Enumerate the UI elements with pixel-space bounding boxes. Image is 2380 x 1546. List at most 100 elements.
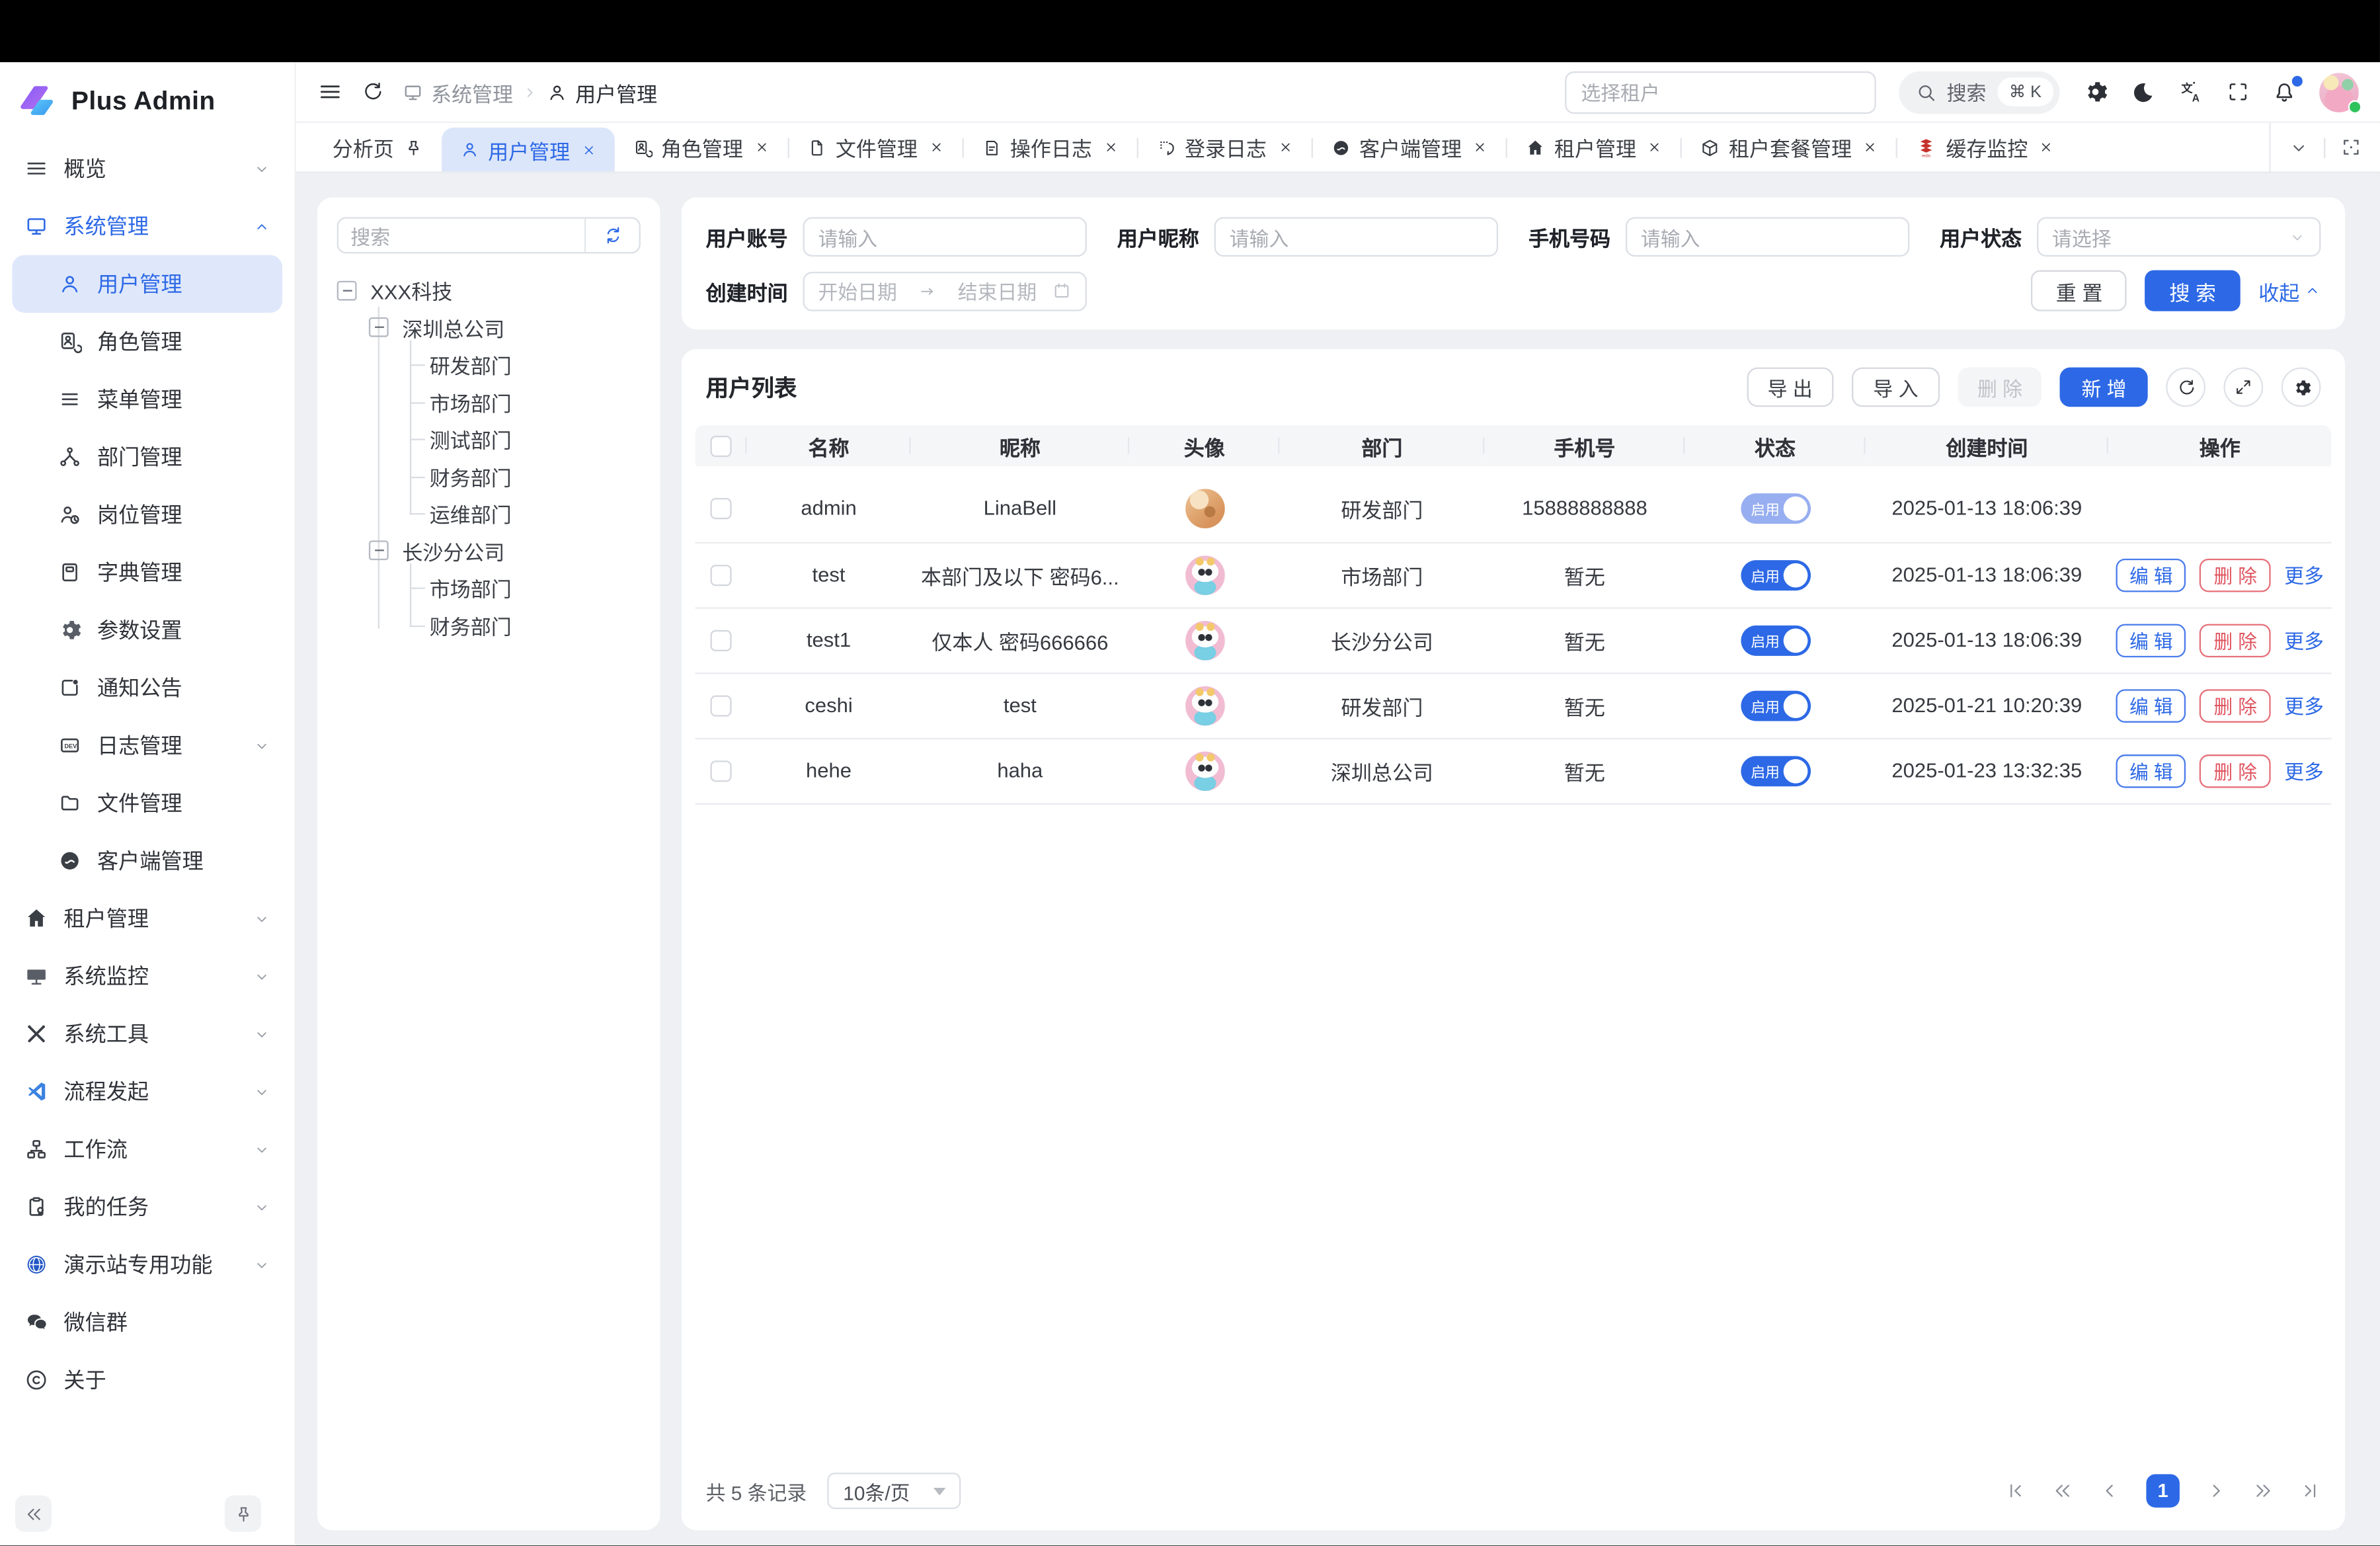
- delete-row-button[interactable]: 删 除: [2200, 623, 2271, 657]
- sidebar-item-user-management[interactable]: 用户管理: [12, 255, 282, 313]
- row-checkbox[interactable]: [710, 761, 731, 782]
- more-link[interactable]: 更多: [2284, 626, 2324, 655]
- tab-tenant-management[interactable]: 租户管理: [1507, 123, 1681, 171]
- prev-group-button[interactable]: [2052, 1481, 2073, 1502]
- phone-input[interactable]: 请输入: [1626, 217, 1909, 257]
- sidebar-item-param-settings[interactable]: 参数设置: [12, 601, 282, 659]
- tree-refresh-button[interactable]: [584, 219, 639, 253]
- status-toggle[interactable]: 启用: [1740, 559, 1810, 590]
- tree-collapse-icon[interactable]: [337, 280, 357, 300]
- hamburger-button[interactable]: [317, 79, 343, 104]
- edit-button[interactable]: 编 辑: [2116, 754, 2186, 788]
- sidebar-item-dict-management[interactable]: 字典管理: [12, 544, 282, 601]
- delete-row-button[interactable]: 删 除: [2200, 754, 2271, 788]
- sidebar-item-system-tools[interactable]: 系统工具: [12, 1005, 282, 1063]
- tree-node-dept[interactable]: 市场部门: [337, 569, 641, 606]
- tab-analysis[interactable]: 分析页: [314, 123, 441, 171]
- tab-user-management[interactable]: 用户管理: [441, 128, 614, 172]
- refresh-page-button[interactable]: [361, 81, 383, 103]
- settings-button[interactable]: [2082, 79, 2108, 104]
- current-page[interactable]: 1: [2146, 1474, 2180, 1508]
- tab-file-management[interactable]: 文件管理: [789, 123, 962, 171]
- edit-button[interactable]: 编 辑: [2116, 688, 2186, 722]
- reset-button[interactable]: 重 置: [2032, 270, 2127, 311]
- tree-search-input[interactable]: 搜索: [338, 219, 584, 253]
- status-select[interactable]: 请选择: [2037, 217, 2320, 257]
- row-checkbox[interactable]: [710, 696, 731, 717]
- sidebar-item-file-management[interactable]: 文件管理: [12, 774, 282, 832]
- dark-mode-button[interactable]: [2131, 80, 2155, 104]
- edit-button[interactable]: 编 辑: [2116, 623, 2186, 657]
- tab-client-management[interactable]: 客户端管理: [1312, 123, 1506, 171]
- sidebar-item-tenant-management[interactable]: 租户管理: [12, 889, 282, 947]
- close-icon[interactable]: [1277, 140, 1292, 155]
- table-fullscreen-button[interactable]: [2223, 368, 2263, 407]
- last-page-button[interactable]: [2299, 1481, 2320, 1502]
- more-link[interactable]: 更多: [2284, 560, 2324, 589]
- status-toggle[interactable]: 启用: [1740, 625, 1810, 655]
- close-icon[interactable]: [1472, 140, 1488, 155]
- more-link[interactable]: 更多: [2284, 756, 2324, 785]
- close-icon[interactable]: [1647, 140, 1662, 155]
- tenant-select-input[interactable]: 选择租户: [1564, 71, 1876, 113]
- status-toggle[interactable]: 启用: [1740, 755, 1810, 786]
- tab-role-management[interactable]: 角色管理: [614, 123, 787, 171]
- search-button[interactable]: 搜 索: [2145, 270, 2241, 311]
- sidebar-item-client-management[interactable]: 客户端管理: [12, 832, 282, 889]
- sidebar-item-system-management[interactable]: 系统管理: [12, 197, 282, 255]
- page-size-select[interactable]: 10条/页: [828, 1473, 961, 1509]
- tree-node-dept[interactable]: 财务部门: [337, 458, 641, 495]
- status-toggle[interactable]: 启用: [1740, 493, 1810, 524]
- global-search-button[interactable]: 搜索 ⌘ K: [1898, 71, 2059, 113]
- tab-list-dropdown-button[interactable]: [2289, 138, 2309, 157]
- next-page-button[interactable]: [2205, 1481, 2227, 1502]
- account-input[interactable]: 请输入: [803, 217, 1087, 257]
- sidebar-item-overview[interactable]: 概览: [12, 140, 282, 197]
- tree-node-dept[interactable]: 财务部门: [337, 606, 641, 643]
- date-range-input[interactable]: 开始日期 结束日期: [803, 271, 1087, 311]
- fullscreen-button[interactable]: [2227, 81, 2249, 103]
- edit-button[interactable]: 编 辑: [2116, 558, 2186, 592]
- sidebar-collapse-button[interactable]: [15, 1495, 52, 1531]
- sidebar-item-demo-features[interactable]: 演示站专用功能: [12, 1236, 282, 1293]
- collapse-filter-link[interactable]: 收起: [2258, 276, 2320, 306]
- sidebar-item-wechat-group[interactable]: 微信群: [12, 1293, 282, 1351]
- sidebar-item-menu-management[interactable]: 菜单管理: [12, 370, 282, 428]
- content-fullscreen-button[interactable]: [2340, 137, 2361, 158]
- close-icon[interactable]: [580, 142, 596, 157]
- language-button[interactable]: [2178, 79, 2204, 104]
- first-page-button[interactable]: [2005, 1481, 2026, 1502]
- close-icon[interactable]: [754, 140, 769, 155]
- next-group-button[interactable]: [2252, 1481, 2274, 1502]
- notifications-button[interactable]: [2272, 80, 2297, 104]
- row-checkbox[interactable]: [710, 565, 731, 587]
- tab-login-log[interactable]: 登录日志: [1138, 123, 1311, 171]
- sidebar-item-notice[interactable]: 通知公告: [12, 659, 282, 716]
- tree-node-company[interactable]: 长沙分公司: [337, 532, 641, 569]
- row-checkbox[interactable]: [710, 499, 731, 520]
- sidebar-pin-button[interactable]: [225, 1495, 261, 1531]
- delete-row-button[interactable]: 删 除: [2200, 688, 2271, 722]
- sidebar-item-post-management[interactable]: 岗位管理: [12, 486, 282, 544]
- table-settings-button[interactable]: [2281, 368, 2321, 407]
- sidebar-item-log-management[interactable]: 日志管理: [12, 717, 282, 774]
- table-refresh-button[interactable]: [2166, 368, 2205, 407]
- tree-node-dept[interactable]: 研发部门: [337, 346, 641, 383]
- tree-node-root[interactable]: XXX科技: [337, 272, 641, 309]
- nickname-input[interactable]: 请输入: [1214, 217, 1498, 257]
- tab-operation-log[interactable]: 操作日志: [963, 123, 1136, 171]
- status-toggle[interactable]: 启用: [1740, 690, 1810, 720]
- tree-node-dept[interactable]: 测试部门: [337, 421, 641, 458]
- sidebar-item-process-start[interactable]: 流程发起: [12, 1063, 282, 1120]
- delete-row-button[interactable]: 删 除: [2200, 558, 2271, 592]
- select-all-checkbox[interactable]: [710, 436, 731, 457]
- sidebar-item-role-management[interactable]: 角色管理: [12, 313, 282, 370]
- close-icon[interactable]: [1103, 140, 1118, 155]
- close-icon[interactable]: [1862, 140, 1878, 155]
- more-link[interactable]: 更多: [2284, 691, 2324, 720]
- tab-cache-monitor[interactable]: 缓存监控: [1897, 123, 2072, 171]
- tree-node-company[interactable]: 深圳总公司: [337, 309, 641, 346]
- tree-node-dept[interactable]: 市场部门: [337, 384, 641, 421]
- prev-page-button[interactable]: [2099, 1481, 2120, 1502]
- sidebar-item-workflow[interactable]: 工作流: [12, 1120, 282, 1178]
